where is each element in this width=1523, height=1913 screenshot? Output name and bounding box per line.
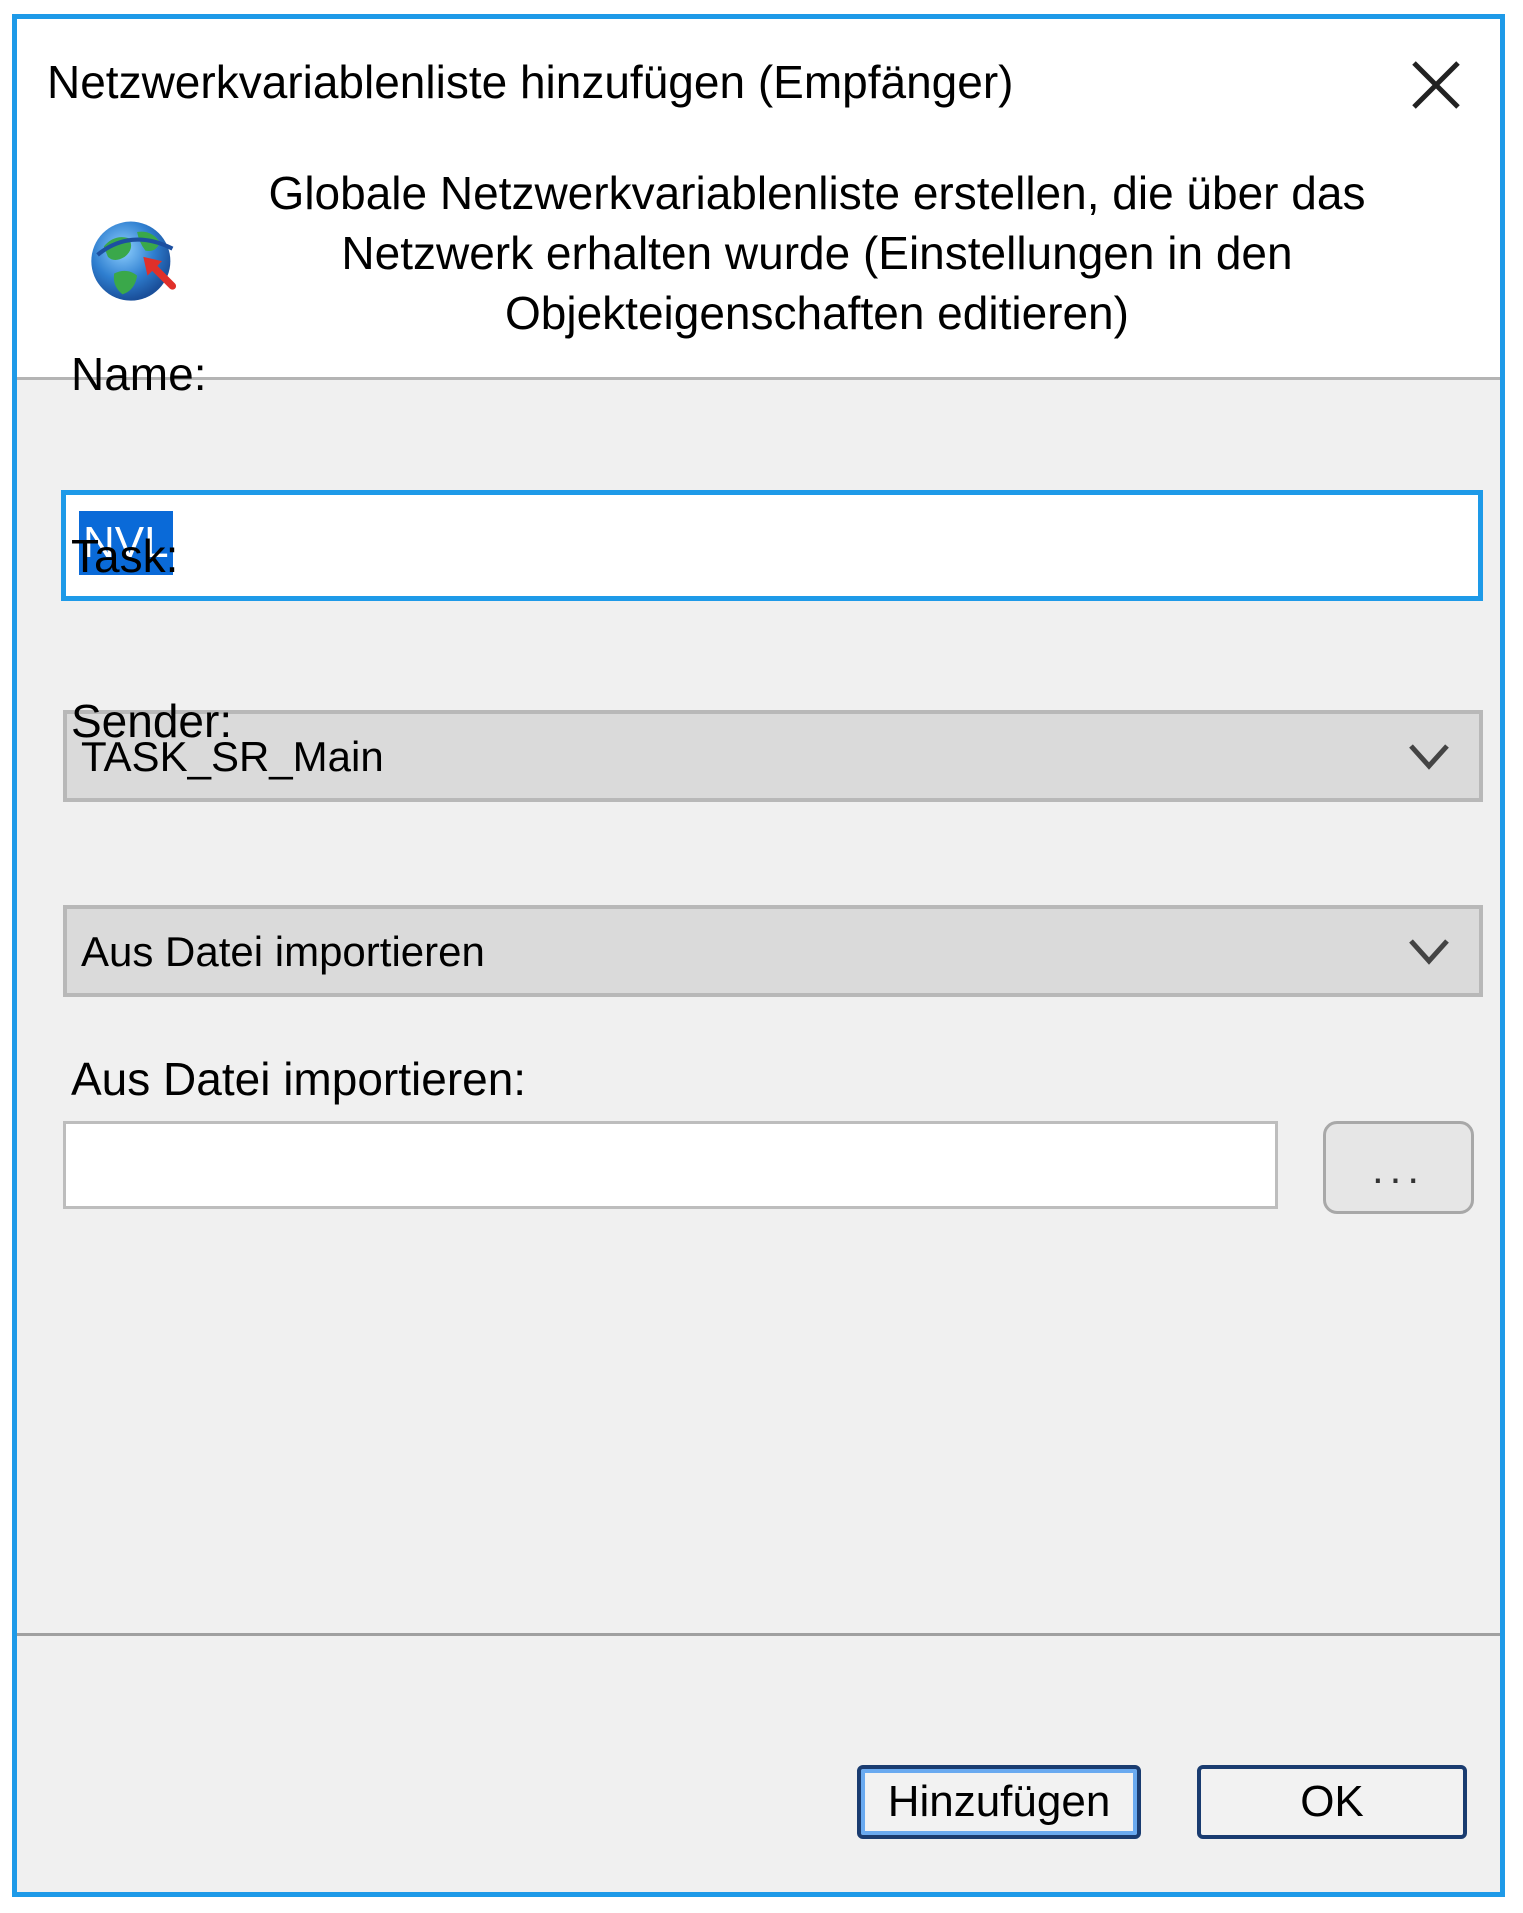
name-input[interactable]: NVL [61,490,1483,601]
ok-button[interactable]: OK [1197,1765,1467,1839]
dialog-header: Netzwerkvariablenliste hinzufügen (Empfä… [17,19,1500,380]
add-button[interactable]: Hinzufügen [857,1765,1141,1839]
import-file-label: Aus Datei importieren: [71,1053,527,1105]
name-label: Name: [71,348,207,400]
sender-label: Sender: [71,695,233,747]
dialog-description: Globale Netzwerkvariablenliste erstellen… [268,167,1366,339]
footer-divider [17,1633,1500,1636]
task-select[interactable]: TASK_SR_Main [63,710,1483,802]
browse-button[interactable]: ... [1323,1121,1474,1214]
sender-select-value: Aus Datei importieren [81,928,485,975]
chevron-down-icon[interactable] [1407,933,1451,969]
chevron-down-icon[interactable] [1407,738,1451,774]
network-globe-receive-icon [83,207,187,311]
task-label: Task: [71,530,179,582]
sender-select[interactable]: Aus Datei importieren [63,905,1483,997]
close-button[interactable] [1406,55,1466,115]
close-icon [1412,61,1460,109]
dialog-window: Netzwerkvariablenliste hinzufügen (Empfä… [12,14,1505,1897]
dialog-title: Netzwerkvariablenliste hinzufügen (Empfä… [47,56,1014,108]
import-file-input[interactable] [63,1121,1278,1209]
